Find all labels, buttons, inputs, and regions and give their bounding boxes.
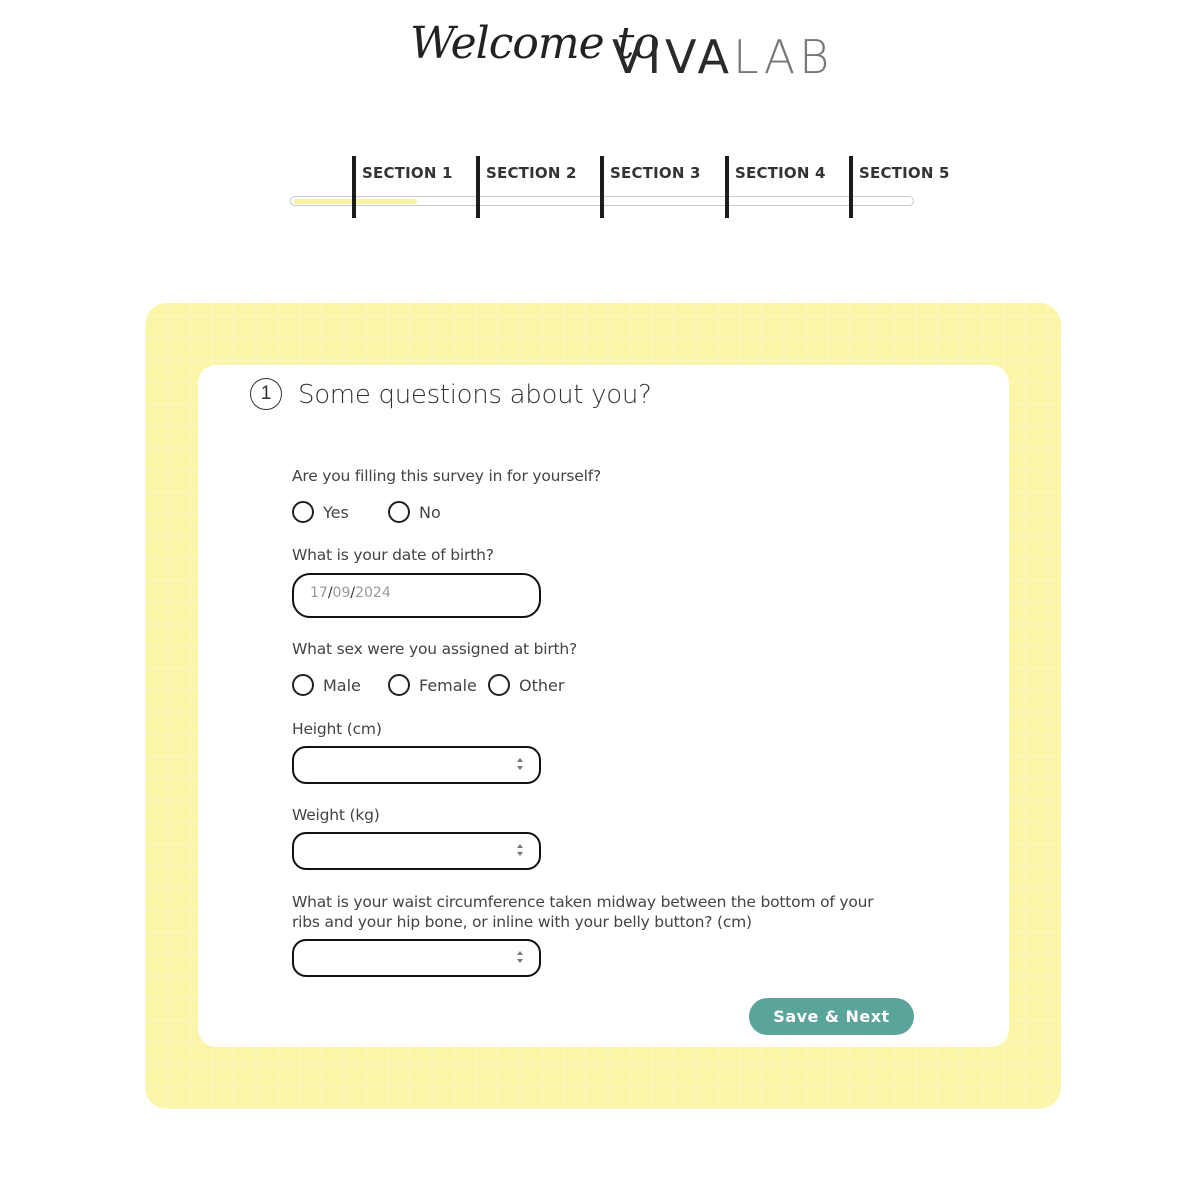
radio-circle[interactable] — [388, 674, 410, 696]
save-next-button[interactable]: Save & Next — [749, 998, 914, 1035]
section-5-label: SECTION 5 — [859, 164, 950, 182]
section-3-label: SECTION 3 — [610, 164, 701, 182]
section-divider — [352, 156, 356, 218]
brand-name: VIVALAB — [612, 30, 834, 84]
question-dob-label: What is your date of birth? — [292, 546, 494, 564]
radio-yes-label: Yes — [323, 503, 349, 522]
radio-other-label: Other — [519, 676, 565, 695]
radio-circle[interactable] — [292, 501, 314, 523]
number-stepper-icon[interactable] — [517, 844, 525, 858]
radio-circle[interactable] — [388, 501, 410, 523]
section-1-label: SECTION 1 — [362, 164, 453, 182]
radio-circle[interactable] — [488, 674, 510, 696]
height-label: Height (cm) — [292, 720, 382, 738]
date-of-birth-input[interactable]: 17/09/2024 — [292, 573, 541, 618]
radio-female-label: Female — [419, 676, 477, 695]
section-divider — [725, 156, 729, 218]
section-progress: SECTION 1 SECTION 2 SECTION 3 SECTION 4 … — [290, 156, 949, 218]
question-self-label: Are you filling this survey in for yours… — [292, 467, 602, 485]
page-title: Some questions about you? — [298, 380, 652, 410]
vivalab-logo: Welcome to VIVALAB — [410, 8, 829, 98]
step-number-badge: 1 — [250, 378, 282, 410]
date-placeholder: 17/09/2024 — [310, 585, 391, 601]
section-divider — [600, 156, 604, 218]
waist-label: What is your waist circumference taken m… — [292, 893, 874, 931]
section-divider — [849, 156, 853, 218]
waist-input[interactable] — [292, 939, 541, 977]
question-sex-label: What sex were you assigned at birth? — [292, 640, 578, 658]
self-radio-group: Yes No — [292, 500, 492, 526]
number-stepper-icon[interactable] — [517, 951, 525, 965]
height-input[interactable] — [292, 746, 541, 784]
weight-input[interactable] — [292, 832, 541, 870]
sex-radio-group: Male Female Other — [292, 673, 592, 699]
number-stepper-icon[interactable] — [517, 758, 525, 772]
weight-label: Weight (kg) — [292, 806, 380, 824]
radio-male-label: Male — [323, 676, 361, 695]
radio-circle[interactable] — [292, 674, 314, 696]
section-2-label: SECTION 2 — [486, 164, 577, 182]
section-4-label: SECTION 4 — [735, 164, 826, 182]
radio-no-label: No — [419, 503, 441, 522]
section-divider — [476, 156, 480, 218]
